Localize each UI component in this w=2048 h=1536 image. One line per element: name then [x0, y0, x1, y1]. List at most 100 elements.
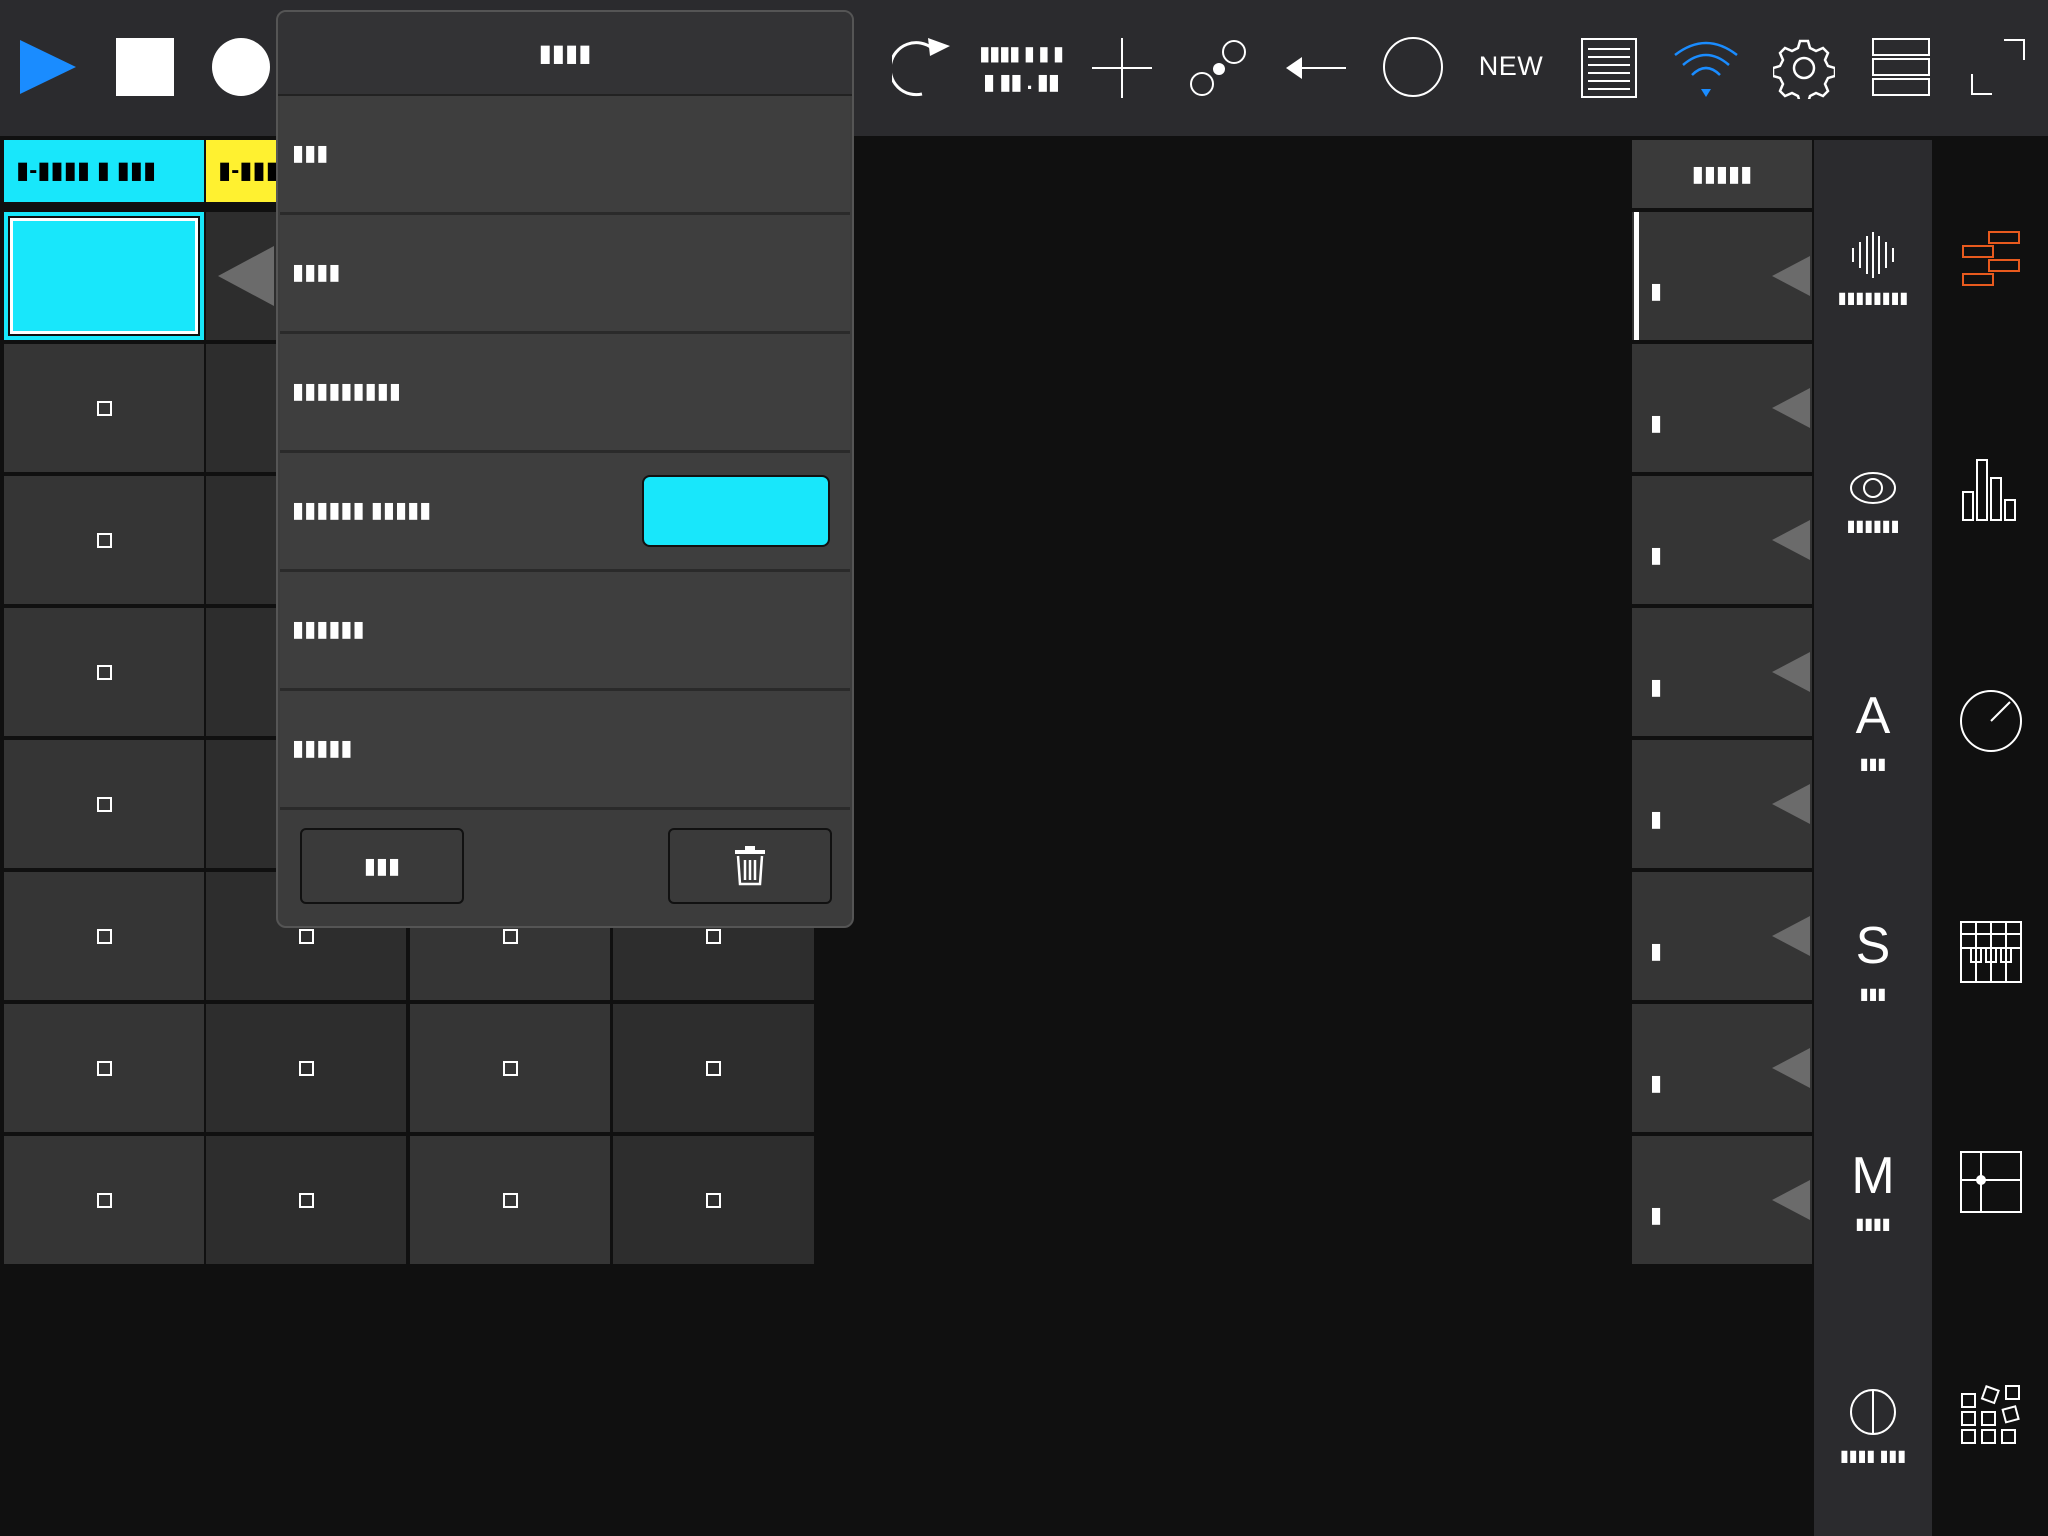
- play-icon: [20, 40, 76, 94]
- wifi-icon: [1674, 41, 1738, 97]
- session-icon: [1962, 231, 2020, 286]
- fullscreen-button[interactable]: [1968, 36, 2028, 98]
- scene-number: ▮: [1650, 542, 1663, 567]
- rail-item-2[interactable]: ▮▮▮▮▮▮: [1814, 470, 1932, 536]
- scene-number: ▮: [1650, 674, 1663, 699]
- scene-number: ▮: [1650, 1202, 1663, 1227]
- clip-slot[interactable]: [410, 1136, 610, 1264]
- clip-slot[interactable]: [4, 344, 204, 472]
- connections-button[interactable]: [1186, 36, 1250, 100]
- view-keys-button[interactable]: [1934, 920, 2048, 984]
- rail-item-5[interactable]: M ▮▮▮▮: [1814, 1148, 1932, 1234]
- tempo-bottom: ▮ ▮▮ . ▮▮: [983, 69, 1060, 94]
- eye-icon: [1850, 472, 1896, 504]
- rail-item-3[interactable]: A ▮▮▮: [1814, 688, 1932, 774]
- letter-m: M: [1851, 1147, 1895, 1205]
- circle-icon: [1383, 37, 1443, 97]
- scene-play-icon: [1772, 256, 1810, 296]
- menu-item-label-6: ▮▮▮▮▮: [292, 735, 353, 760]
- clip-slot[interactable]: [4, 476, 204, 604]
- view-knob-button[interactable]: [1934, 688, 2048, 754]
- loop-icon: [892, 38, 950, 97]
- clip-slot[interactable]: [206, 1136, 406, 1264]
- new-button[interactable]: NEW: [1470, 44, 1552, 88]
- view-session-button[interactable]: [1934, 226, 2048, 290]
- menu-item-5[interactable]: ▮▮▮▮▮▮: [280, 572, 850, 691]
- knob-icon: [1960, 690, 2022, 752]
- color-swatch[interactable]: [642, 475, 830, 547]
- popup-left-button[interactable]: ▮▮▮: [300, 828, 464, 904]
- empty-slot-icon: [96, 532, 112, 548]
- piano-icon: [1960, 921, 2022, 983]
- empty-slot-icon: [96, 400, 112, 416]
- clip-slot[interactable]: [613, 1004, 814, 1132]
- clip-slot[interactable]: [4, 1136, 204, 1264]
- rail-item-1[interactable]: ▮▮▮▮▮▮▮▮: [1814, 232, 1932, 308]
- scene-number: ▮: [1650, 410, 1663, 435]
- view-mixer-button[interactable]: [1934, 458, 2048, 522]
- popup-delete-button[interactable]: [668, 828, 832, 904]
- back-button[interactable]: [1284, 40, 1348, 96]
- rail-label-1: ▮▮▮▮▮▮▮▮: [1837, 290, 1909, 307]
- scene-launch-3[interactable]: ▮: [1632, 476, 1812, 604]
- rail-label-6: ▮▮▮▮ ▮▮▮: [1839, 1448, 1907, 1465]
- layout-button[interactable]: [1870, 36, 1932, 98]
- record-button[interactable]: [210, 36, 272, 98]
- menu-item-2[interactable]: ▮▮▮▮: [280, 215, 850, 334]
- empty-slot-icon: [96, 796, 112, 812]
- stop-button[interactable]: [114, 36, 176, 98]
- view-xy-button[interactable]: [1934, 1150, 2048, 1214]
- rows-icon: [1872, 38, 1930, 96]
- clip-slot[interactable]: [4, 608, 204, 736]
- tempo-top: ▮▮▮▮ ▮ ▮ ▮: [979, 43, 1064, 65]
- clip-slot[interactable]: [4, 1004, 204, 1132]
- scene-play-icon: [1772, 784, 1810, 824]
- clip-slot-selected[interactable]: [4, 212, 204, 340]
- menu-item-1[interactable]: ▮▮▮: [280, 96, 850, 215]
- menu-item-3[interactable]: ▮▮▮▮▮▮▮▮▮: [280, 334, 850, 453]
- empty-slot-icon: [502, 1060, 518, 1076]
- waveform-icon: [1852, 232, 1894, 278]
- scene-launch-2[interactable]: ▮: [1632, 344, 1812, 472]
- track-header-1[interactable]: ▮-▮▮▮▮ ▮ ▮▮▮: [4, 140, 204, 204]
- circle-button[interactable]: [1380, 34, 1446, 100]
- view-pads-button[interactable]: [1934, 1382, 2048, 1448]
- settings-button[interactable]: [1772, 36, 1836, 100]
- scenes-header[interactable]: ▮▮▮▮▮: [1632, 140, 1812, 208]
- track-name-2: ▮-▮▮▮: [218, 157, 279, 184]
- clip-slot[interactable]: [4, 740, 204, 868]
- menu-item-label-3: ▮▮▮▮▮▮▮▮▮: [292, 378, 401, 403]
- play-button[interactable]: [14, 34, 80, 100]
- empty-slot-icon: [96, 928, 112, 944]
- scene-launch-6[interactable]: ▮: [1632, 872, 1812, 1000]
- rail-item-6[interactable]: ▮▮▮▮ ▮▮▮: [1814, 1388, 1932, 1466]
- scene-launch-8[interactable]: ▮: [1632, 1136, 1812, 1264]
- list-button[interactable]: [1580, 36, 1638, 100]
- document-lines-icon: [1581, 38, 1637, 98]
- scene-launch-5[interactable]: ▮: [1632, 740, 1812, 868]
- mixer-rail: ▮▮▮▮▮▮▮▮ ▮▮▮▮▮▮ A ▮▮▮ S ▮▮▮ M ▮▮▮▮ ▮▮▮▮ …: [1814, 140, 1932, 1536]
- clip-slot[interactable]: [206, 1004, 406, 1132]
- clip-slot[interactable]: [410, 1004, 610, 1132]
- letter-s: S: [1855, 917, 1891, 975]
- rail-label-3: ▮▮▮: [1859, 756, 1887, 773]
- menu-item-label-2: ▮▮▮▮: [292, 259, 341, 284]
- menu-item-change-color[interactable]: ▮▮▮▮▮▮ ▮▮▮▮▮: [280, 453, 850, 572]
- bars-icon: [1962, 459, 2016, 521]
- empty-slot-icon: [502, 1192, 518, 1208]
- tempo-display[interactable]: ▮▮▮▮ ▮ ▮ ▮ ▮ ▮▮ . ▮▮: [976, 38, 1066, 100]
- scene-launch-7[interactable]: ▮: [1632, 1004, 1812, 1132]
- clip-slot[interactable]: [613, 1136, 814, 1264]
- scene-launch-1[interactable]: ▮: [1632, 212, 1812, 340]
- network-button[interactable]: [1672, 36, 1740, 100]
- empty-slot-icon: [96, 664, 112, 680]
- nodes-icon: [1190, 40, 1246, 96]
- rail-item-4[interactable]: S ▮▮▮: [1814, 918, 1932, 1004]
- loop-button[interactable]: [892, 34, 954, 100]
- rail-label-4: ▮▮▮: [1859, 986, 1887, 1003]
- menu-item-6[interactable]: ▮▮▮▮▮: [280, 691, 850, 810]
- empty-slot-icon: [706, 928, 721, 944]
- scene-launch-4[interactable]: ▮: [1632, 608, 1812, 736]
- clip-slot[interactable]: [4, 872, 204, 1000]
- add-button[interactable]: [1090, 36, 1154, 100]
